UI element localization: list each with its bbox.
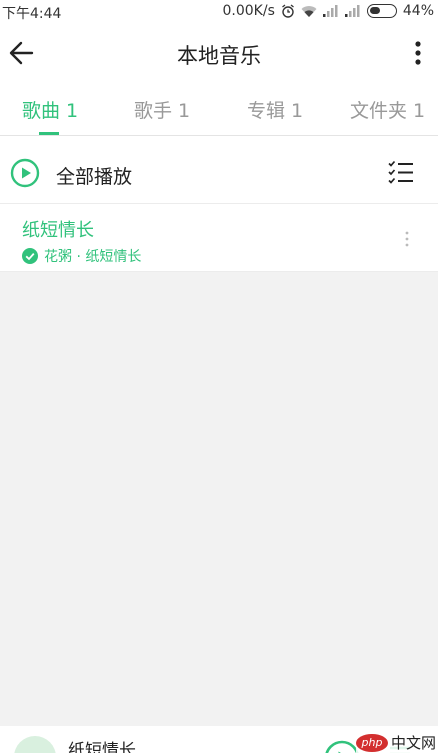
play-circle-icon[interactable] [324, 740, 360, 753]
album-cover[interactable] [14, 736, 56, 753]
multiselect-icon[interactable] [388, 160, 414, 184]
battery-icon [366, 4, 397, 18]
tab-folders[interactable]: 文件夹 1 [350, 96, 425, 123]
tab-songs[interactable]: 歌曲 1 [22, 96, 78, 123]
wifi-icon [301, 5, 317, 18]
play-all-label[interactable]: 全部播放 [56, 162, 132, 189]
app-bar: 本地音乐 [0, 24, 438, 82]
tab-artists[interactable]: 歌手 1 [134, 96, 190, 123]
page-title: 本地音乐 [177, 44, 261, 68]
tab-bar: 歌曲 1 歌手 1 专辑 1 文件夹 1 [0, 82, 438, 136]
battery-level [369, 7, 380, 14]
alarm-icon [281, 4, 295, 18]
play-all-bar[interactable]: 全部播放 [0, 136, 438, 204]
song-artist-album: 花粥 · 纸短情长 [44, 249, 142, 265]
tab-active-indicator [39, 132, 59, 135]
song-title: 纸短情长 [22, 220, 94, 241]
more-vertical-icon[interactable] [406, 37, 430, 69]
mini-player-title: 纸短情长 [68, 741, 136, 753]
status-bar: 下午4:44 0.00K/s 44% [0, 0, 438, 24]
network-speed: 0.00K/s [222, 3, 275, 19]
signal-icon [322, 5, 339, 17]
battery-percent: 44% [402, 3, 434, 19]
status-icons: 0.00K/s 44% [223, 3, 435, 19]
watermark-text: 中文网 [390, 734, 436, 752]
play-circle-icon[interactable] [10, 158, 40, 188]
watermark: php 中文网 [355, 732, 436, 753]
tab-albums[interactable]: 专辑 1 [247, 96, 303, 123]
watermark-logo: php [355, 733, 388, 752]
song-meta: 花粥 · 纸短情长 [22, 246, 141, 266]
downloaded-check-icon [22, 248, 38, 264]
status-time: 下午4:44 [2, 6, 62, 22]
signal-icon [344, 5, 361, 17]
more-vertical-icon[interactable] [402, 230, 412, 248]
song-list-item[interactable]: 纸短情长 花粥 · 纸短情长 [0, 204, 438, 272]
